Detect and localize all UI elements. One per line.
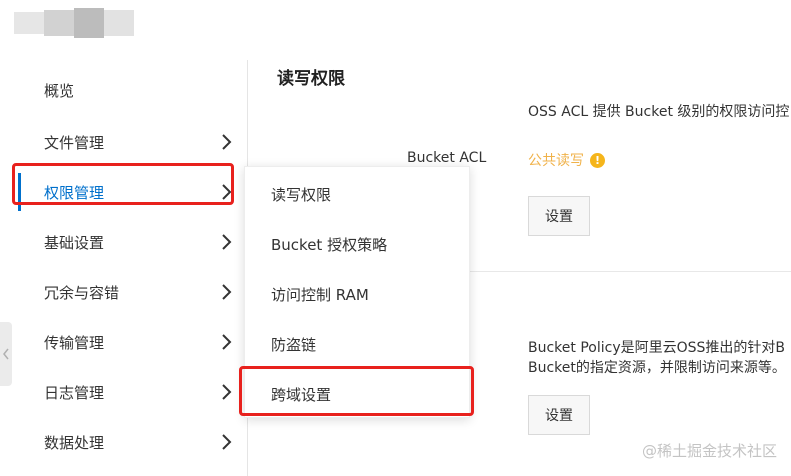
sidebar-item-label: 文件管理 (44, 133, 105, 152)
sidebar-item-label: 冗余与容错 (44, 283, 120, 302)
sidebar-item-label: 概览 (44, 81, 75, 100)
sidebar: 概览 文件管理 权限管理 基础设置 冗余与容错 传输管理 日志管理 数据处理 (0, 60, 247, 476)
acl-value-text: 公共读写 (528, 153, 584, 169)
sidebar-item-label: 基础设置 (44, 233, 105, 252)
policy-settings-button[interactable]: 设置 (528, 395, 590, 435)
sidebar-item-label: 传输管理 (44, 333, 105, 352)
chevron-right-icon (222, 284, 232, 300)
warning-icon: ! (590, 152, 605, 168)
sidebar-item-permission-management[interactable]: 权限管理 (18, 167, 247, 217)
sidebar-item-overview[interactable]: 概览 (18, 65, 247, 115)
sidebar-item-transfer-management[interactable]: 传输管理 (18, 317, 247, 367)
chevron-right-icon (222, 384, 232, 400)
chevron-right-icon (222, 134, 232, 150)
sidebar-item-label: 日志管理 (44, 383, 105, 402)
sidebar-item-label: 权限管理 (44, 183, 105, 202)
submenu-item-read-write-permission[interactable]: 读写权限 (245, 169, 471, 219)
chevron-right-icon (222, 334, 232, 350)
policy-description-line1: Bucket Policy是阿里云OSS推出的针对B (528, 340, 786, 356)
active-indicator (18, 173, 21, 211)
submenu-item-bucket-policy[interactable]: Bucket 授权策略 (245, 219, 471, 269)
section-divider (470, 271, 791, 272)
watermark: @稀土掘金技术社区 (641, 442, 777, 460)
blurred-logo (14, 8, 134, 40)
chevron-right-icon (222, 434, 232, 450)
bucket-acl-label: Bucket ACL (407, 150, 487, 166)
sidebar-item-label: 数据处理 (44, 433, 105, 452)
sidebar-item-basic-settings[interactable]: 基础设置 (18, 217, 247, 267)
submenu-item-cors-settings[interactable]: 跨域设置 (245, 369, 471, 419)
submenu-item-hotlink-protection[interactable]: 防盗链 (245, 319, 471, 369)
page-title: 读写权限 (277, 69, 345, 89)
chevron-right-icon (222, 234, 232, 250)
chevron-left-icon (3, 348, 9, 360)
acl-value: 公共读写 ! (528, 150, 605, 170)
permission-submenu: 读写权限 Bucket 授权策略 访问控制 RAM 防盗链 跨域设置 (244, 166, 470, 418)
submenu-item-ram-access-control[interactable]: 访问控制 RAM (245, 269, 471, 319)
policy-description-line2: Bucket的指定资源，并限制访问来源等。 (528, 360, 786, 376)
acl-description: OSS ACL 提供 Bucket 级别的权限访问控 (528, 104, 790, 120)
sidebar-item-redundancy[interactable]: 冗余与容错 (18, 267, 247, 317)
sidebar-item-file-management[interactable]: 文件管理 (18, 117, 247, 167)
sidebar-item-log-management[interactable]: 日志管理 (18, 367, 247, 417)
sidebar-collapse-handle[interactable] (0, 322, 12, 386)
acl-settings-button[interactable]: 设置 (528, 196, 590, 236)
sidebar-item-data-processing[interactable]: 数据处理 (18, 417, 247, 467)
chevron-right-icon (222, 184, 232, 200)
